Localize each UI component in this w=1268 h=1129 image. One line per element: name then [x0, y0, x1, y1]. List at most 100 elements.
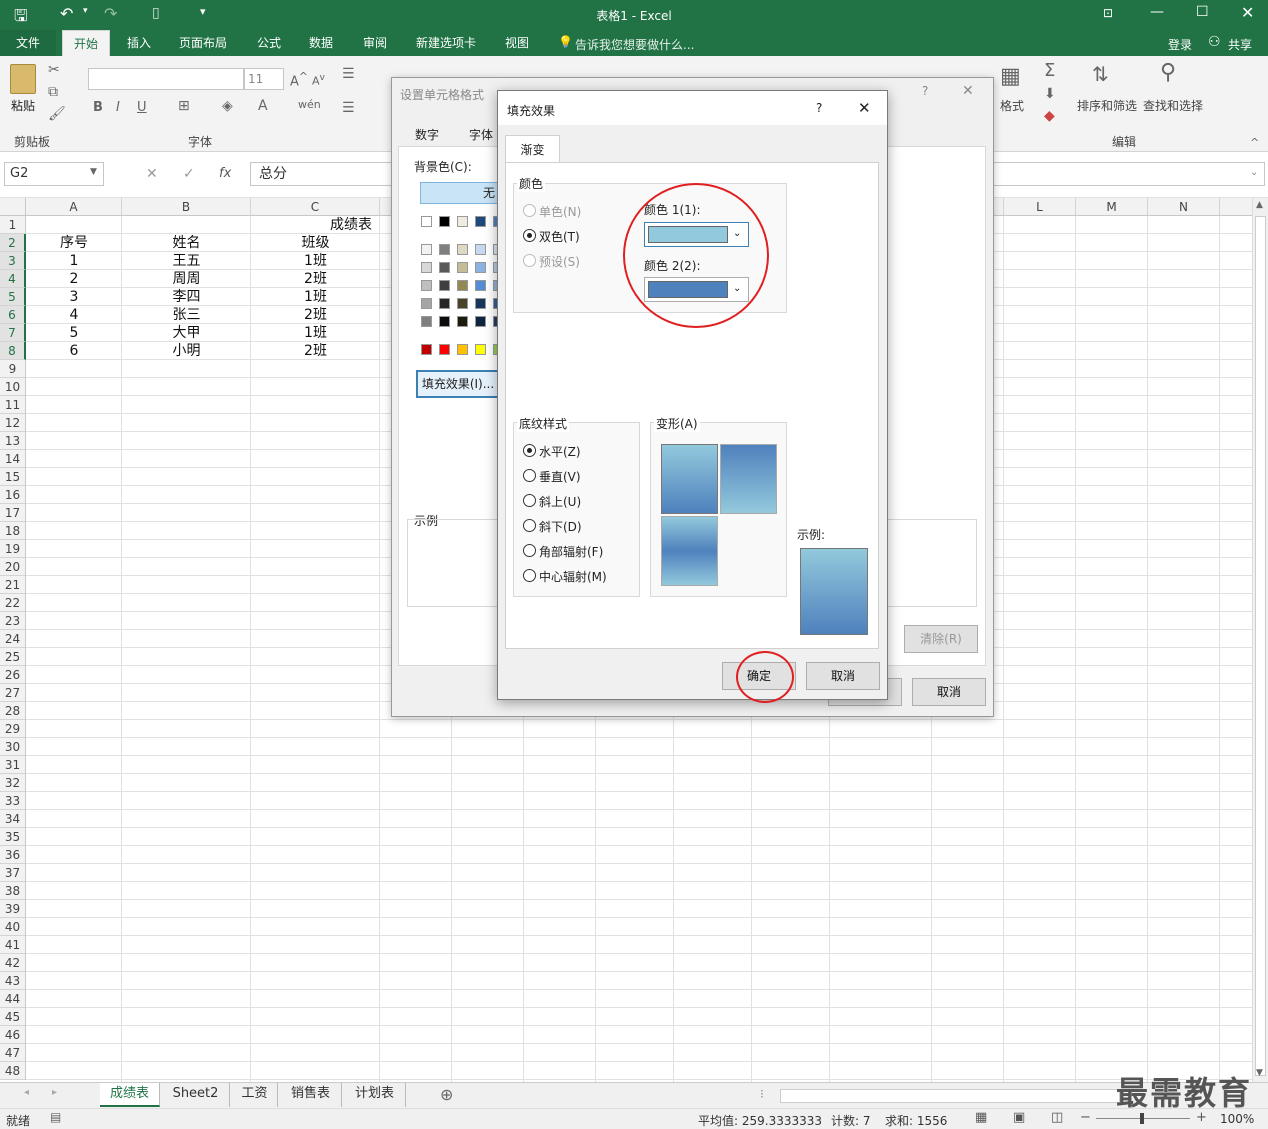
- radio-vertical[interactable]: [523, 469, 536, 482]
- row-header[interactable]: 47: [0, 1044, 26, 1062]
- sort-filter-icon[interactable]: ⇅: [1092, 62, 1109, 86]
- palette-swatch[interactable]: [421, 216, 432, 227]
- palette-swatch[interactable]: [457, 298, 468, 309]
- clear-icon[interactable]: ◆: [1044, 108, 1055, 124]
- scroll-down-icon[interactable]: ▼: [1256, 1068, 1263, 1078]
- row-header[interactable]: 30: [0, 738, 26, 756]
- col-header-n[interactable]: N: [1148, 198, 1220, 216]
- row-header[interactable]: 3: [0, 252, 26, 270]
- page-break-view-icon[interactable]: ◫: [1051, 1110, 1063, 1125]
- tab-review[interactable]: 审阅: [352, 30, 398, 56]
- style-from-center-label[interactable]: 中心辐射(M): [539, 568, 607, 585]
- palette-swatch[interactable]: [457, 262, 468, 273]
- radio-one-color[interactable]: [523, 204, 536, 217]
- row-header[interactable]: 15: [0, 468, 26, 486]
- format-cancel-button[interactable]: 取消: [912, 678, 986, 706]
- name-box-dropdown-icon[interactable]: ▼: [90, 167, 97, 177]
- decrease-font-icon[interactable]: Av: [312, 72, 325, 88]
- table-cell[interactable]: 张三: [122, 306, 251, 324]
- palette-swatch[interactable]: [457, 244, 468, 255]
- header-cell[interactable]: 姓名: [122, 234, 251, 252]
- col-header-b[interactable]: B: [122, 198, 251, 216]
- fill-down-icon[interactable]: ⬇: [1044, 86, 1056, 102]
- bold-icon[interactable]: B: [93, 100, 103, 115]
- format-painter-icon[interactable]: 🖌: [48, 106, 66, 122]
- row-header[interactable]: 29: [0, 720, 26, 738]
- row-header[interactable]: 14: [0, 450, 26, 468]
- tab-gradient[interactable]: 渐变: [505, 135, 560, 163]
- confirm-entry-icon[interactable]: ✓: [183, 166, 195, 182]
- prev-sheet-icon[interactable]: ◂: [24, 1087, 29, 1098]
- format-tab-number[interactable]: 数字: [404, 124, 450, 146]
- row-header[interactable]: 46: [0, 1026, 26, 1044]
- palette-swatch[interactable]: [439, 216, 450, 227]
- row-header[interactable]: 48: [0, 1062, 26, 1080]
- cancel-button[interactable]: 取消: [806, 662, 880, 690]
- row-header[interactable]: 13: [0, 432, 26, 450]
- fill-dialog-help[interactable]: ?: [816, 101, 822, 115]
- copy-icon[interactable]: ⧉: [48, 84, 58, 100]
- tab-home[interactable]: 开始: [62, 30, 110, 56]
- table-cell[interactable]: 1班: [251, 288, 380, 306]
- autosum-icon[interactable]: Σ: [1044, 60, 1055, 81]
- page-layout-view-icon[interactable]: ▣: [1013, 1110, 1025, 1125]
- preset-label[interactable]: 预设(S): [539, 253, 580, 270]
- palette-swatch[interactable]: [475, 316, 486, 327]
- fill-dialog-close-icon[interactable]: ✕: [858, 99, 871, 117]
- format-dialog-close-icon[interactable]: ✕: [962, 83, 974, 99]
- table-cell[interactable]: 5: [26, 324, 122, 342]
- border-icon[interactable]: ⊞: [178, 98, 190, 114]
- radio-horizontal[interactable]: [523, 444, 536, 457]
- table-cell[interactable]: 4: [26, 306, 122, 324]
- row-header[interactable]: 11: [0, 396, 26, 414]
- row-header[interactable]: 41: [0, 936, 26, 954]
- row-header[interactable]: 5: [0, 288, 26, 306]
- align-left-icon[interactable]: ☰: [342, 100, 355, 116]
- zoom-out-icon[interactable]: −: [1080, 1110, 1091, 1125]
- sheet-tab-sheet2[interactable]: Sheet2: [162, 1083, 230, 1107]
- variant-1[interactable]: [661, 444, 718, 514]
- share-button[interactable]: 共享: [1228, 36, 1252, 53]
- paste-label[interactable]: 粘贴: [11, 97, 35, 114]
- row-header[interactable]: 42: [0, 954, 26, 972]
- tab-view[interactable]: 视图: [494, 30, 540, 56]
- tab-split-icon[interactable]: ⁝: [760, 1087, 764, 1101]
- radio-preset[interactable]: [523, 254, 536, 267]
- tab-data[interactable]: 数据: [298, 30, 344, 56]
- phonetic-icon[interactable]: wén: [298, 98, 321, 111]
- maximize-icon[interactable]: ☐: [1196, 4, 1209, 20]
- row-header[interactable]: 19: [0, 540, 26, 558]
- table-cell[interactable]: 小明: [122, 342, 251, 360]
- close-icon[interactable]: ✕: [1241, 3, 1254, 22]
- tab-insert[interactable]: 插入: [116, 30, 162, 56]
- table-cell[interactable]: 1班: [251, 324, 380, 342]
- row-header[interactable]: 10: [0, 378, 26, 396]
- row-header[interactable]: 22: [0, 594, 26, 612]
- fill-effects-button[interactable]: 填充效果(I)...: [416, 370, 500, 398]
- sort-filter-label[interactable]: 排序和筛选: [1077, 97, 1137, 114]
- zoom-thumb[interactable]: [1140, 1113, 1144, 1124]
- sheet-tab-salary[interactable]: 工资: [232, 1083, 278, 1107]
- col-header-c[interactable]: C: [251, 198, 380, 216]
- row-header[interactable]: 27: [0, 684, 26, 702]
- clear-button[interactable]: 清除(R): [904, 625, 978, 653]
- radio-diagonal-up[interactable]: [523, 494, 536, 507]
- variant-2[interactable]: [720, 444, 777, 514]
- italic-icon[interactable]: I: [116, 100, 120, 115]
- row-header[interactable]: 36: [0, 846, 26, 864]
- format-dialog-help[interactable]: ?: [922, 84, 928, 98]
- row-header[interactable]: 35: [0, 828, 26, 846]
- font-size-box[interactable]: 11: [244, 68, 284, 90]
- zoom-level[interactable]: 100%: [1220, 1112, 1254, 1126]
- tab-formulas[interactable]: 公式: [246, 30, 292, 56]
- tab-file[interactable]: 文件: [0, 30, 56, 56]
- table-cell[interactable]: 1班: [251, 252, 380, 270]
- add-sheet-icon[interactable]: ⊕: [440, 1085, 453, 1104]
- increase-font-icon[interactable]: A^: [290, 70, 308, 89]
- table-cell[interactable]: 2班: [251, 342, 380, 360]
- format-label[interactable]: 格式: [1000, 97, 1024, 114]
- table-cell[interactable]: 2: [26, 270, 122, 288]
- row-header[interactable]: 1: [0, 216, 26, 234]
- row-header[interactable]: 43: [0, 972, 26, 990]
- horizontal-scrollbar[interactable]: [780, 1089, 1120, 1103]
